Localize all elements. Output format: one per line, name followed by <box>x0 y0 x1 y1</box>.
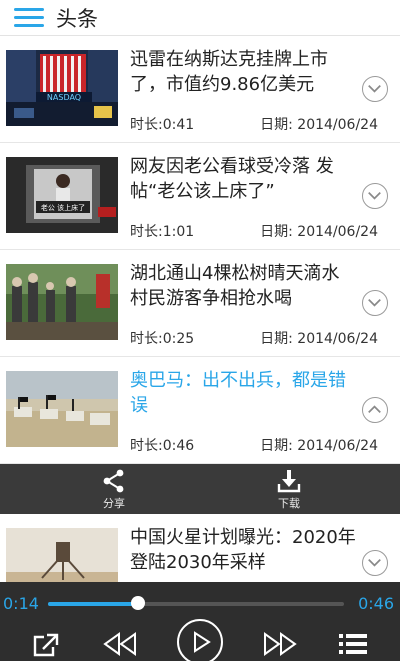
fast-forward-icon[interactable] <box>262 632 298 656</box>
video-thumbnail[interactable]: 老公 该上床了 <box>6 157 118 233</box>
expand-chevron-down-icon[interactable] <box>362 550 388 576</box>
media-player: 0:14 0:46 <box>0 582 400 661</box>
seek-bar-progress <box>48 602 138 606</box>
expand-chevron-down-icon[interactable] <box>362 76 388 102</box>
rewind-icon[interactable] <box>102 632 138 656</box>
video-title[interactable]: 奥巴马：出不出兵，都是错误 <box>130 368 356 418</box>
download-icon <box>277 470 301 493</box>
seek-bar[interactable] <box>48 602 344 606</box>
item-action-bar: 分享 下载 <box>0 464 400 514</box>
video-thumbnail[interactable] <box>6 528 118 584</box>
list-item[interactable]: 湖北通山4棵松树晴天滴水村民游客争相抢水喝 时长:0:25 日期: 2014/0… <box>0 250 400 357</box>
video-thumbnail[interactable] <box>6 264 118 340</box>
video-list: NASDAQ 迅雷在纳斯达克挂牌上市了，市值约9.86亿美元 时长:0:41 日… <box>0 36 400 464</box>
list-item[interactable]: 中国火星计划曝光：2020年登陆2030年采样 <box>0 514 400 584</box>
download-button[interactable]: 下载 <box>249 464 329 514</box>
list-item[interactable]: 老公 该上床了 网友因老公看球受冷落 发帖“老公该上床了” 时长:1:01 日期… <box>0 143 400 250</box>
page-title: 头条 <box>56 7 98 31</box>
list-item[interactable]: NASDAQ 迅雷在纳斯达克挂牌上市了，市值约9.86亿美元 时长:0:41 日… <box>0 36 400 143</box>
popout-icon[interactable] <box>32 632 62 658</box>
download-label: 下载 <box>278 497 300 510</box>
video-thumbnail[interactable] <box>6 371 118 447</box>
app-header: 头条 <box>0 0 400 36</box>
video-title[interactable]: 网友因老公看球受冷落 发帖“老公该上床了” <box>130 154 356 204</box>
expand-chevron-down-icon[interactable] <box>362 290 388 316</box>
collapse-chevron-up-icon[interactable] <box>362 397 388 423</box>
current-time: 0:14 <box>3 594 39 613</box>
video-date: 日期: 2014/06/24 <box>260 438 378 454</box>
seek-handle[interactable] <box>130 596 145 610</box>
video-date: 日期: 2014/06/24 <box>260 117 378 133</box>
video-duration: 时长:0:25 <box>130 331 195 347</box>
expand-chevron-down-icon[interactable] <box>362 183 388 209</box>
share-button[interactable]: 分享 <box>74 464 154 514</box>
play-icon[interactable] <box>176 618 224 661</box>
menu-icon[interactable] <box>14 6 44 28</box>
video-title[interactable]: 湖北通山4棵松树晴天滴水村民游客争相抢水喝 <box>130 261 356 311</box>
video-thumbnail[interactable]: NASDAQ <box>6 50 118 126</box>
playlist-icon[interactable] <box>338 632 368 656</box>
video-title[interactable]: 中国火星计划曝光：2020年登陆2030年采样 <box>130 525 356 575</box>
video-duration: 时长:1:01 <box>130 224 195 240</box>
thumb-caption: 老公 该上床了 <box>41 203 85 212</box>
video-duration: 时长:0:41 <box>130 117 195 133</box>
share-label: 分享 <box>103 497 125 510</box>
video-duration: 时长:0:46 <box>130 438 195 454</box>
video-title[interactable]: 迅雷在纳斯达克挂牌上市了，市值约9.86亿美元 <box>130 47 356 97</box>
thumb-caption: NASDAQ <box>47 93 81 102</box>
list-item-active[interactable]: 奥巴马：出不出兵，都是错误 时长:0:46 日期: 2014/06/24 <box>0 357 400 464</box>
video-date: 日期: 2014/06/24 <box>260 224 378 240</box>
share-icon <box>103 469 124 493</box>
total-time: 0:46 <box>358 594 394 613</box>
video-date: 日期: 2014/06/24 <box>260 331 378 347</box>
